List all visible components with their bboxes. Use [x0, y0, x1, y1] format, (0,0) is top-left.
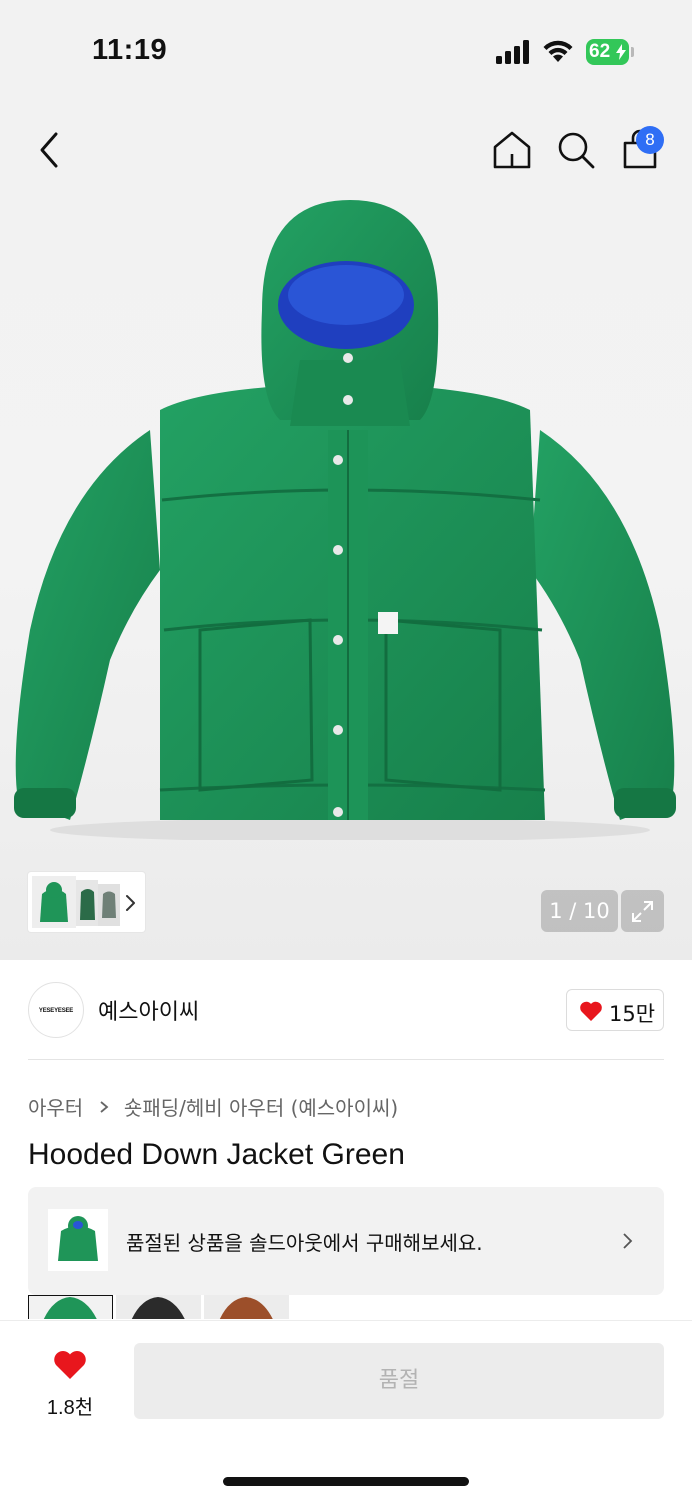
battery-indicator: 62 [586, 39, 634, 65]
brand-name[interactable]: 예스아이씨 [98, 994, 199, 1026]
image-counter: 1 / 10 [541, 890, 618, 932]
home-icon[interactable] [490, 128, 534, 172]
status-time: 11:19 [92, 34, 168, 66]
chevron-right-icon [623, 1233, 633, 1249]
soldout-banner[interactable]: 품절된 상품을 솔드아웃에서 구매해보세요. [28, 1187, 664, 1295]
breadcrumb: 아우터 숏패딩/헤비 아우터 (예스아이씨) [28, 1092, 398, 1120]
chevron-right-icon [99, 1100, 108, 1113]
product-title: Hooded Down Jacket Green [28, 1138, 405, 1171]
brand-logo[interactable]: YESEYESEE [28, 982, 84, 1038]
charging-bolt-icon [616, 44, 626, 60]
home-indicator [223, 1477, 469, 1486]
color-options [28, 1295, 328, 1319]
brand-row: YESEYESEE 예스아이씨 15만 [28, 982, 664, 1040]
status-bar: 11:19 62 [0, 0, 692, 100]
product-photo[interactable] [0, 190, 692, 840]
breadcrumb-subcategory[interactable]: 숏패딩/헤비 아우터 (예스아이씨) [124, 1096, 398, 1120]
cart-count-badge: 8 [636, 126, 664, 154]
expand-icon [632, 901, 653, 922]
color-option-black[interactable] [116, 1295, 201, 1319]
chevron-left-icon[interactable] [30, 128, 70, 172]
wishlist-count: 1.8천 [46, 1397, 94, 1419]
expand-button[interactable] [621, 890, 664, 932]
wishlist-button[interactable]: 1.8천 [28, 1343, 112, 1423]
battery-level: 62 [586, 39, 629, 65]
divider [28, 1059, 664, 1060]
search-icon[interactable] [554, 128, 598, 172]
color-option-brown[interactable] [204, 1295, 289, 1319]
heart-icon [54, 1351, 86, 1379]
soldout-banner-text: 품절된 상품을 솔드아웃에서 구매해보세요. [126, 1231, 483, 1255]
banner-product-thumbnail [48, 1209, 108, 1271]
chevron-right-icon[interactable] [122, 890, 140, 916]
battery-tip [631, 47, 634, 57]
heart-icon [580, 1001, 602, 1021]
brand-like-button[interactable]: 15만 [566, 989, 664, 1031]
wifi-icon [543, 40, 573, 62]
brand-like-count: 15만 [609, 1002, 656, 1026]
cellular-signal-icon [496, 40, 529, 64]
soldout-purchase-button[interactable]: 품절 [134, 1343, 664, 1419]
product-hero: 11:19 62 8 1 / 10 [0, 0, 692, 960]
breadcrumb-category[interactable]: 아우터 [28, 1096, 83, 1120]
color-option-green[interactable] [28, 1295, 113, 1319]
thumbnail-images [32, 876, 120, 928]
bottom-action-bar: 1.8천 품절 [0, 1320, 692, 1500]
